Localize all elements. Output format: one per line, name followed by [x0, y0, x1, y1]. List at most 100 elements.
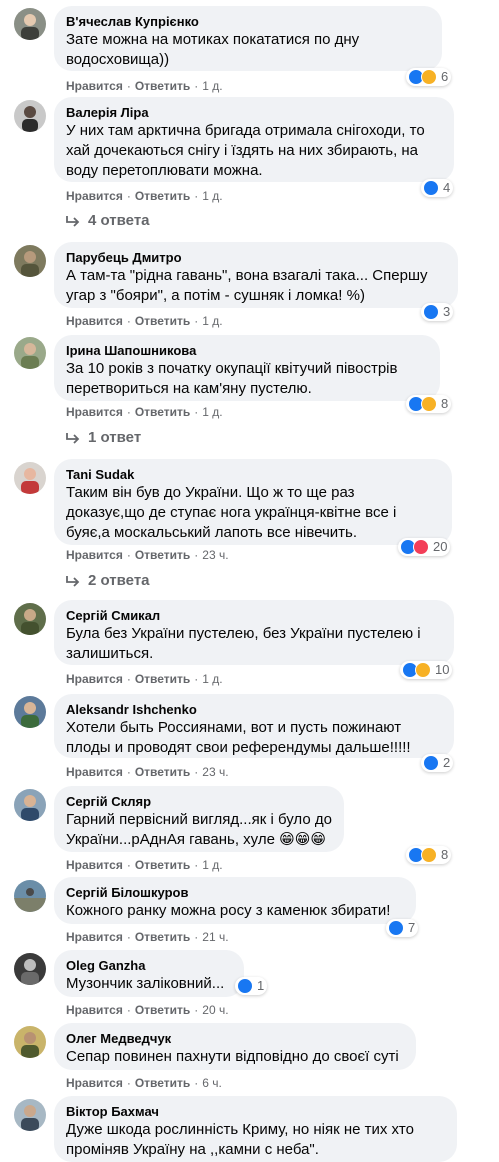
- comment-text: Кожного ранку можна росу з каменюк збира…: [66, 902, 391, 919]
- reaction-count: 3: [443, 304, 451, 319]
- haha-reaction-icon: [415, 662, 431, 678]
- reaction-count: 6: [441, 69, 449, 84]
- like-button[interactable]: Нравится: [66, 930, 123, 944]
- avatar[interactable]: [14, 696, 46, 728]
- comment-actions: Нравится · Ответить · 1 д.: [66, 405, 223, 419]
- reaction-count: 4: [443, 180, 451, 195]
- reaction-summary[interactable]: 3: [421, 303, 454, 321]
- reply-button[interactable]: Ответить: [135, 672, 190, 686]
- reaction-summary[interactable]: 2: [421, 754, 454, 772]
- reply-button[interactable]: Ответить: [135, 189, 190, 203]
- reaction-summary[interactable]: 4: [421, 179, 454, 197]
- comment-author[interactable]: Олег Медведчук: [66, 1031, 404, 1047]
- like-button[interactable]: Нравится: [66, 79, 123, 93]
- avatar[interactable]: [14, 1099, 46, 1131]
- comment-author[interactable]: Сергій Скляр: [66, 794, 332, 810]
- comment-actions: Нравится · Ответить · 23 ч.: [66, 765, 229, 779]
- comment-actions: Нравится · Ответить · 1 д.: [66, 189, 223, 203]
- comment-actions: Нравится · Ответить · 20 ч.: [66, 1003, 229, 1017]
- reaction-count: 8: [441, 396, 449, 411]
- reply-button[interactable]: Ответить: [135, 314, 190, 328]
- reaction-summary[interactable]: 8: [406, 395, 452, 413]
- love-reaction-icon: [413, 539, 429, 555]
- comment-actions: Нравится · Ответить · 23 ч.: [66, 548, 229, 562]
- avatar[interactable]: [14, 462, 46, 494]
- avatar[interactable]: [14, 789, 46, 821]
- comment-actions: Нравится · Ответить · 1 д.: [66, 314, 223, 328]
- reaction-summary[interactable]: 7: [386, 919, 419, 937]
- like-button[interactable]: Нравится: [66, 314, 123, 328]
- reply-button[interactable]: Ответить: [135, 858, 190, 872]
- comment-time[interactable]: 20 ч.: [202, 1003, 228, 1017]
- comment-time[interactable]: 1 д.: [202, 858, 222, 872]
- avatar[interactable]: [14, 1026, 46, 1058]
- reply-button[interactable]: Ответить: [135, 79, 190, 93]
- like-button[interactable]: Нравится: [66, 858, 123, 872]
- like-button[interactable]: Нравится: [66, 672, 123, 686]
- haha-reaction-icon: [421, 69, 437, 85]
- comment-author[interactable]: В'ячеслав Купрієнко: [66, 14, 430, 30]
- comment-bubble: Олег Медведчук Сепар повинен пахнути від…: [54, 1023, 416, 1070]
- comment-author[interactable]: Сергій Білошкуров: [66, 885, 404, 901]
- comment-time[interactable]: 1 д.: [202, 189, 222, 203]
- reply-button[interactable]: Ответить: [135, 1003, 190, 1017]
- reply-button[interactable]: Ответить: [135, 405, 190, 419]
- reply-button[interactable]: Ответить: [135, 765, 190, 779]
- like-button[interactable]: Нравится: [66, 1076, 123, 1090]
- comment-actions: Нравится · Ответить · 21 ч.: [66, 930, 229, 944]
- comment-author[interactable]: Віктор Бахмач: [66, 1104, 445, 1120]
- avatar[interactable]: [14, 953, 46, 985]
- reaction-summary[interactable]: 20: [398, 538, 451, 556]
- reaction-summary[interactable]: 1: [235, 977, 268, 995]
- comment-text: А там-та "рідна гавань", вона взагалі та…: [66, 267, 428, 304]
- reaction-count: 20: [433, 539, 448, 554]
- comment-author[interactable]: Валерія Ліра: [66, 105, 442, 121]
- comment-time[interactable]: 23 ч.: [202, 548, 228, 562]
- comment-author[interactable]: Ірина Шапошникова: [66, 343, 428, 359]
- reply-button[interactable]: Ответить: [135, 1076, 190, 1090]
- comment-author[interactable]: Tani Sudak: [66, 467, 440, 483]
- comment-author[interactable]: Aleksandr Ishchenko: [66, 702, 442, 718]
- comment-text: Музончик заліковний...: [66, 975, 225, 992]
- reaction-summary[interactable]: 10: [400, 661, 453, 679]
- avatar[interactable]: [14, 337, 46, 369]
- like-reaction-icon: [423, 755, 439, 771]
- reply-button[interactable]: Ответить: [135, 930, 190, 944]
- comment-text: Зате можна на мотиках покататися по дну …: [66, 31, 360, 68]
- reply-button[interactable]: Ответить: [135, 548, 190, 562]
- comment-time[interactable]: 6 ч.: [202, 1076, 222, 1090]
- like-button[interactable]: Нравится: [66, 189, 123, 203]
- reaction-count: 7: [408, 920, 416, 935]
- view-replies-link[interactable]: 1 ответ: [66, 429, 141, 446]
- comment-time[interactable]: 1 д.: [202, 314, 222, 328]
- avatar[interactable]: [14, 100, 46, 132]
- comment-time[interactable]: 1 д.: [202, 672, 222, 686]
- avatar[interactable]: [14, 880, 46, 912]
- reaction-summary[interactable]: 6: [406, 68, 452, 86]
- like-button[interactable]: Нравится: [66, 765, 123, 779]
- comment-actions: Нравится · Ответить · 6 ч.: [66, 1076, 222, 1090]
- comment-author[interactable]: Oleg Ganzha: [66, 958, 232, 974]
- comment-time[interactable]: 21 ч.: [202, 930, 228, 944]
- like-button[interactable]: Нравится: [66, 548, 123, 562]
- comment-time[interactable]: 1 д.: [202, 405, 222, 419]
- view-replies-link[interactable]: 4 ответа: [66, 212, 150, 229]
- like-button[interactable]: Нравится: [66, 1003, 123, 1017]
- avatar[interactable]: [14, 8, 46, 40]
- comment-time[interactable]: 23 ч.: [202, 765, 228, 779]
- comment-author[interactable]: Сергій Смикал: [66, 608, 442, 624]
- reaction-count: 8: [441, 847, 449, 862]
- haha-reaction-icon: [421, 847, 437, 863]
- view-replies-link[interactable]: 2 ответа: [66, 572, 150, 589]
- like-button[interactable]: Нравится: [66, 405, 123, 419]
- reaction-count: 2: [443, 755, 451, 770]
- avatar[interactable]: [14, 603, 46, 635]
- comment-text: Була без України пустелею, без України п…: [66, 625, 421, 662]
- avatar[interactable]: [14, 245, 46, 277]
- comment-bubble: Tani Sudak Таким він був до України. Що …: [54, 459, 452, 545]
- comment-text: За 10 років з початку окупації квітучий …: [66, 360, 398, 397]
- like-reaction-icon: [423, 304, 439, 320]
- comment-author[interactable]: Парубець Дмитро: [66, 250, 446, 266]
- comment-time[interactable]: 1 д.: [202, 79, 222, 93]
- reaction-summary[interactable]: 8: [406, 846, 452, 864]
